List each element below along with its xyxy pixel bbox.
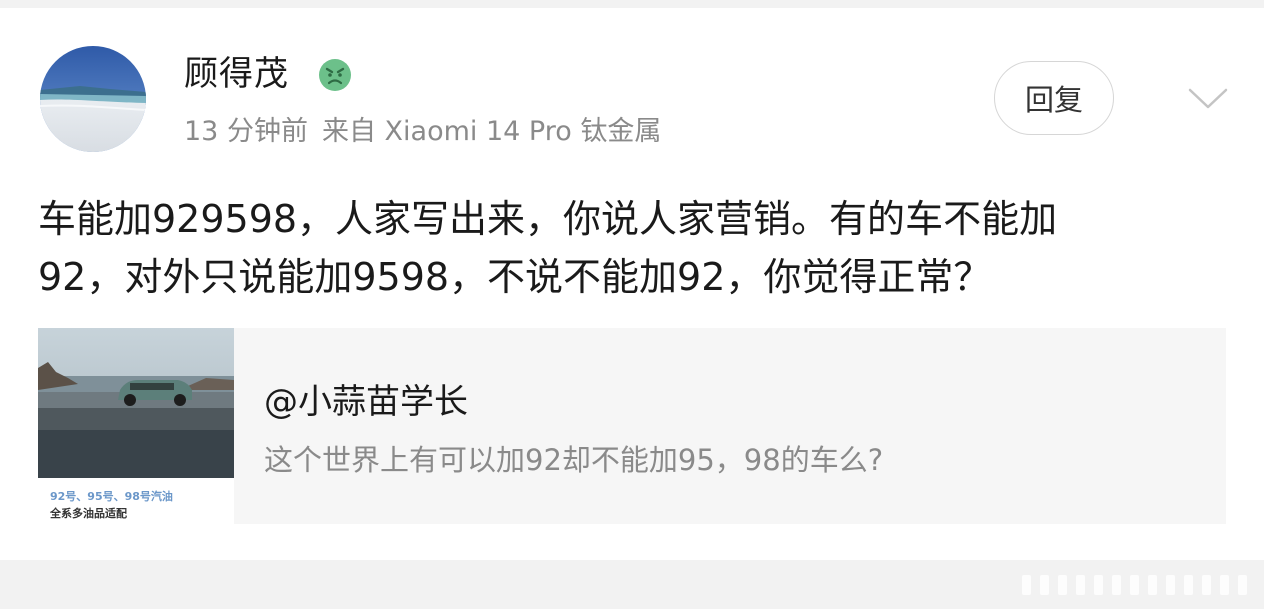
- top-divider: [0, 0, 1264, 8]
- quote-text: 这个世界上有可以加92却不能加95，98的车么?: [264, 443, 884, 477]
- post-content-line-1: 车能加929598，人家写出来，你说人家营销。有的车不能加: [38, 197, 1058, 241]
- quoted-post[interactable]: 92号、95号、98号汽油 全系多油品适配 @小蒜苗学长 这个世界上有可以加92…: [38, 328, 1226, 524]
- post-content: 车能加929598，人家写出来，你说人家营销。有的车不能加 92，对外只说能加9…: [38, 190, 1228, 306]
- watermark-pattern: [1022, 572, 1252, 598]
- chevron-down-icon[interactable]: [1186, 86, 1230, 112]
- reply-button[interactable]: 回复: [994, 61, 1114, 135]
- thumbnail-caption-compat: 全系多油品适配: [50, 507, 127, 520]
- comment-card: 顾得茂 13 分钟前 来自 Xiaomi 14 Pro 钛金属 回复 车能加929…: [0, 8, 1264, 560]
- author-name[interactable]: 顾得茂: [184, 52, 289, 96]
- avatar[interactable]: [40, 46, 146, 152]
- angry-face-emoji-icon: [318, 58, 352, 92]
- post-meta: 13 分钟前 来自 Xiaomi 14 Pro 钛金属: [184, 114, 661, 150]
- thumbnail-caption-fuel: 92号、95号、98号汽油: [50, 490, 173, 503]
- post-content-line-2: 92，对外只说能加9598，不说不能加92，你觉得正常？: [38, 255, 992, 299]
- post-source: 来自 Xiaomi 14 Pro 钛金属: [321, 116, 662, 147]
- quote-author[interactable]: @小蒜苗学长: [264, 380, 468, 424]
- post-time: 13 分钟前: [184, 116, 308, 147]
- quote-thumbnail[interactable]: 92号、95号、98号汽油 全系多油品适配: [38, 328, 234, 524]
